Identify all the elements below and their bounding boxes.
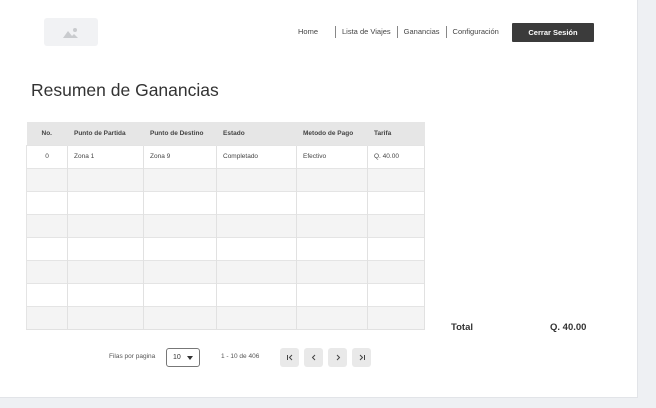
cell-payment-method (296, 305, 368, 330)
cell-payment-method (296, 236, 368, 260)
main-card: Home Lista de Viajes Ganancias Configura… (0, 0, 638, 398)
cell-status: Completado (216, 144, 297, 168)
cell-origin (67, 213, 144, 237)
table-row[interactable]: 0 Zona 1 Zona 9 Completado Efectivo Q. 40.00 (26, 144, 425, 168)
rows-per-page-label: Filas por pagina (109, 353, 156, 360)
cell-destination (143, 305, 217, 330)
cell-payment-method: Efectivo (296, 144, 368, 168)
next-page-icon (336, 354, 340, 361)
cell-fare (367, 305, 425, 330)
cell-status (216, 282, 297, 306)
cell-status (216, 236, 297, 260)
table-row[interactable] (26, 167, 425, 191)
cell-destination (143, 213, 217, 237)
total-value: Q. 40.00 (550, 322, 587, 333)
cell-destination (143, 259, 217, 283)
total-label: Total (451, 322, 473, 333)
earnings-table: No. Punto de Partida Punto de Destino Es… (26, 122, 425, 330)
cell-origin (67, 236, 144, 260)
cell-fare (367, 259, 425, 283)
pagination-range: 1 - 10 de 406 (221, 353, 260, 360)
logo-placeholder[interactable] (44, 18, 98, 46)
image-placeholder-icon (63, 27, 78, 38)
column-header-payment-method[interactable]: Metodo de Pago (296, 122, 368, 145)
cell-fare (367, 236, 425, 260)
first-page-icon (286, 354, 292, 361)
cell-fare (367, 282, 425, 306)
cell-destination: Zona 9 (143, 144, 217, 168)
table-row[interactable] (26, 259, 425, 283)
column-header-status[interactable]: Estado (216, 122, 297, 145)
cell-status (216, 213, 297, 237)
rows-per-page-value: 10 (173, 354, 181, 361)
last-page-icon (359, 354, 365, 361)
top-nav: Home Lista de Viajes Ganancias Configura… (292, 23, 505, 41)
column-header-origin[interactable]: Punto de Partida (67, 122, 144, 145)
cell-no (26, 190, 68, 214)
table-row[interactable] (26, 190, 425, 214)
table-row[interactable] (26, 213, 425, 237)
cell-no (26, 236, 68, 260)
nav-earnings[interactable]: Ganancias (398, 26, 446, 38)
cell-no (26, 305, 68, 330)
nav-home[interactable]: Home (292, 26, 335, 38)
cell-no (26, 167, 68, 191)
caret-down-icon (187, 356, 193, 360)
cell-origin (67, 190, 144, 214)
previous-page-button[interactable] (304, 348, 323, 367)
cell-fare (367, 190, 425, 214)
first-page-button[interactable] (280, 348, 299, 367)
nav-settings[interactable]: Configuración (447, 26, 505, 38)
cell-destination (143, 190, 217, 214)
cell-payment-method (296, 259, 368, 283)
cell-status (216, 190, 297, 214)
previous-page-icon (311, 354, 315, 361)
page-title: Resumen de Ganancias (31, 80, 219, 100)
cell-status (216, 305, 297, 330)
table-row[interactable] (26, 236, 425, 260)
cell-no (26, 213, 68, 237)
cell-no: 0 (26, 144, 68, 168)
rows-per-page-select[interactable]: 10 (166, 348, 200, 367)
cell-payment-method (296, 282, 368, 306)
nav-trips[interactable]: Lista de Viajes (336, 26, 397, 38)
cell-fare (367, 167, 425, 191)
cell-payment-method (296, 213, 368, 237)
table-row[interactable] (26, 282, 425, 306)
table-header-row: No. Punto de Partida Punto de Destino Es… (26, 122, 425, 145)
cell-status (216, 167, 297, 191)
cell-fare: Q. 40.00 (367, 144, 425, 168)
cell-status (216, 259, 297, 283)
cell-origin: Zona 1 (67, 144, 144, 168)
cell-no (26, 282, 68, 306)
cell-fare (367, 213, 425, 237)
last-page-button[interactable] (352, 348, 371, 367)
next-page-button[interactable] (328, 348, 347, 367)
cell-origin (67, 305, 144, 330)
cell-origin (67, 167, 144, 191)
table-body: 0 Zona 1 Zona 9 Completado Efectivo Q. 40.00 (26, 144, 425, 330)
table-row[interactable] (26, 305, 425, 330)
cell-destination (143, 167, 217, 191)
cell-origin (67, 259, 144, 283)
cell-payment-method (296, 167, 368, 191)
cell-destination (143, 236, 217, 260)
cell-destination (143, 282, 217, 306)
column-header-fare[interactable]: Tarifa (367, 122, 425, 145)
cell-no (26, 259, 68, 283)
column-header-no[interactable]: No. (26, 122, 68, 145)
column-header-destination[interactable]: Punto de Destino (143, 122, 217, 145)
cell-origin (67, 282, 144, 306)
cell-payment-method (296, 190, 368, 214)
logout-button[interactable]: Cerrar Sesión (512, 23, 594, 42)
